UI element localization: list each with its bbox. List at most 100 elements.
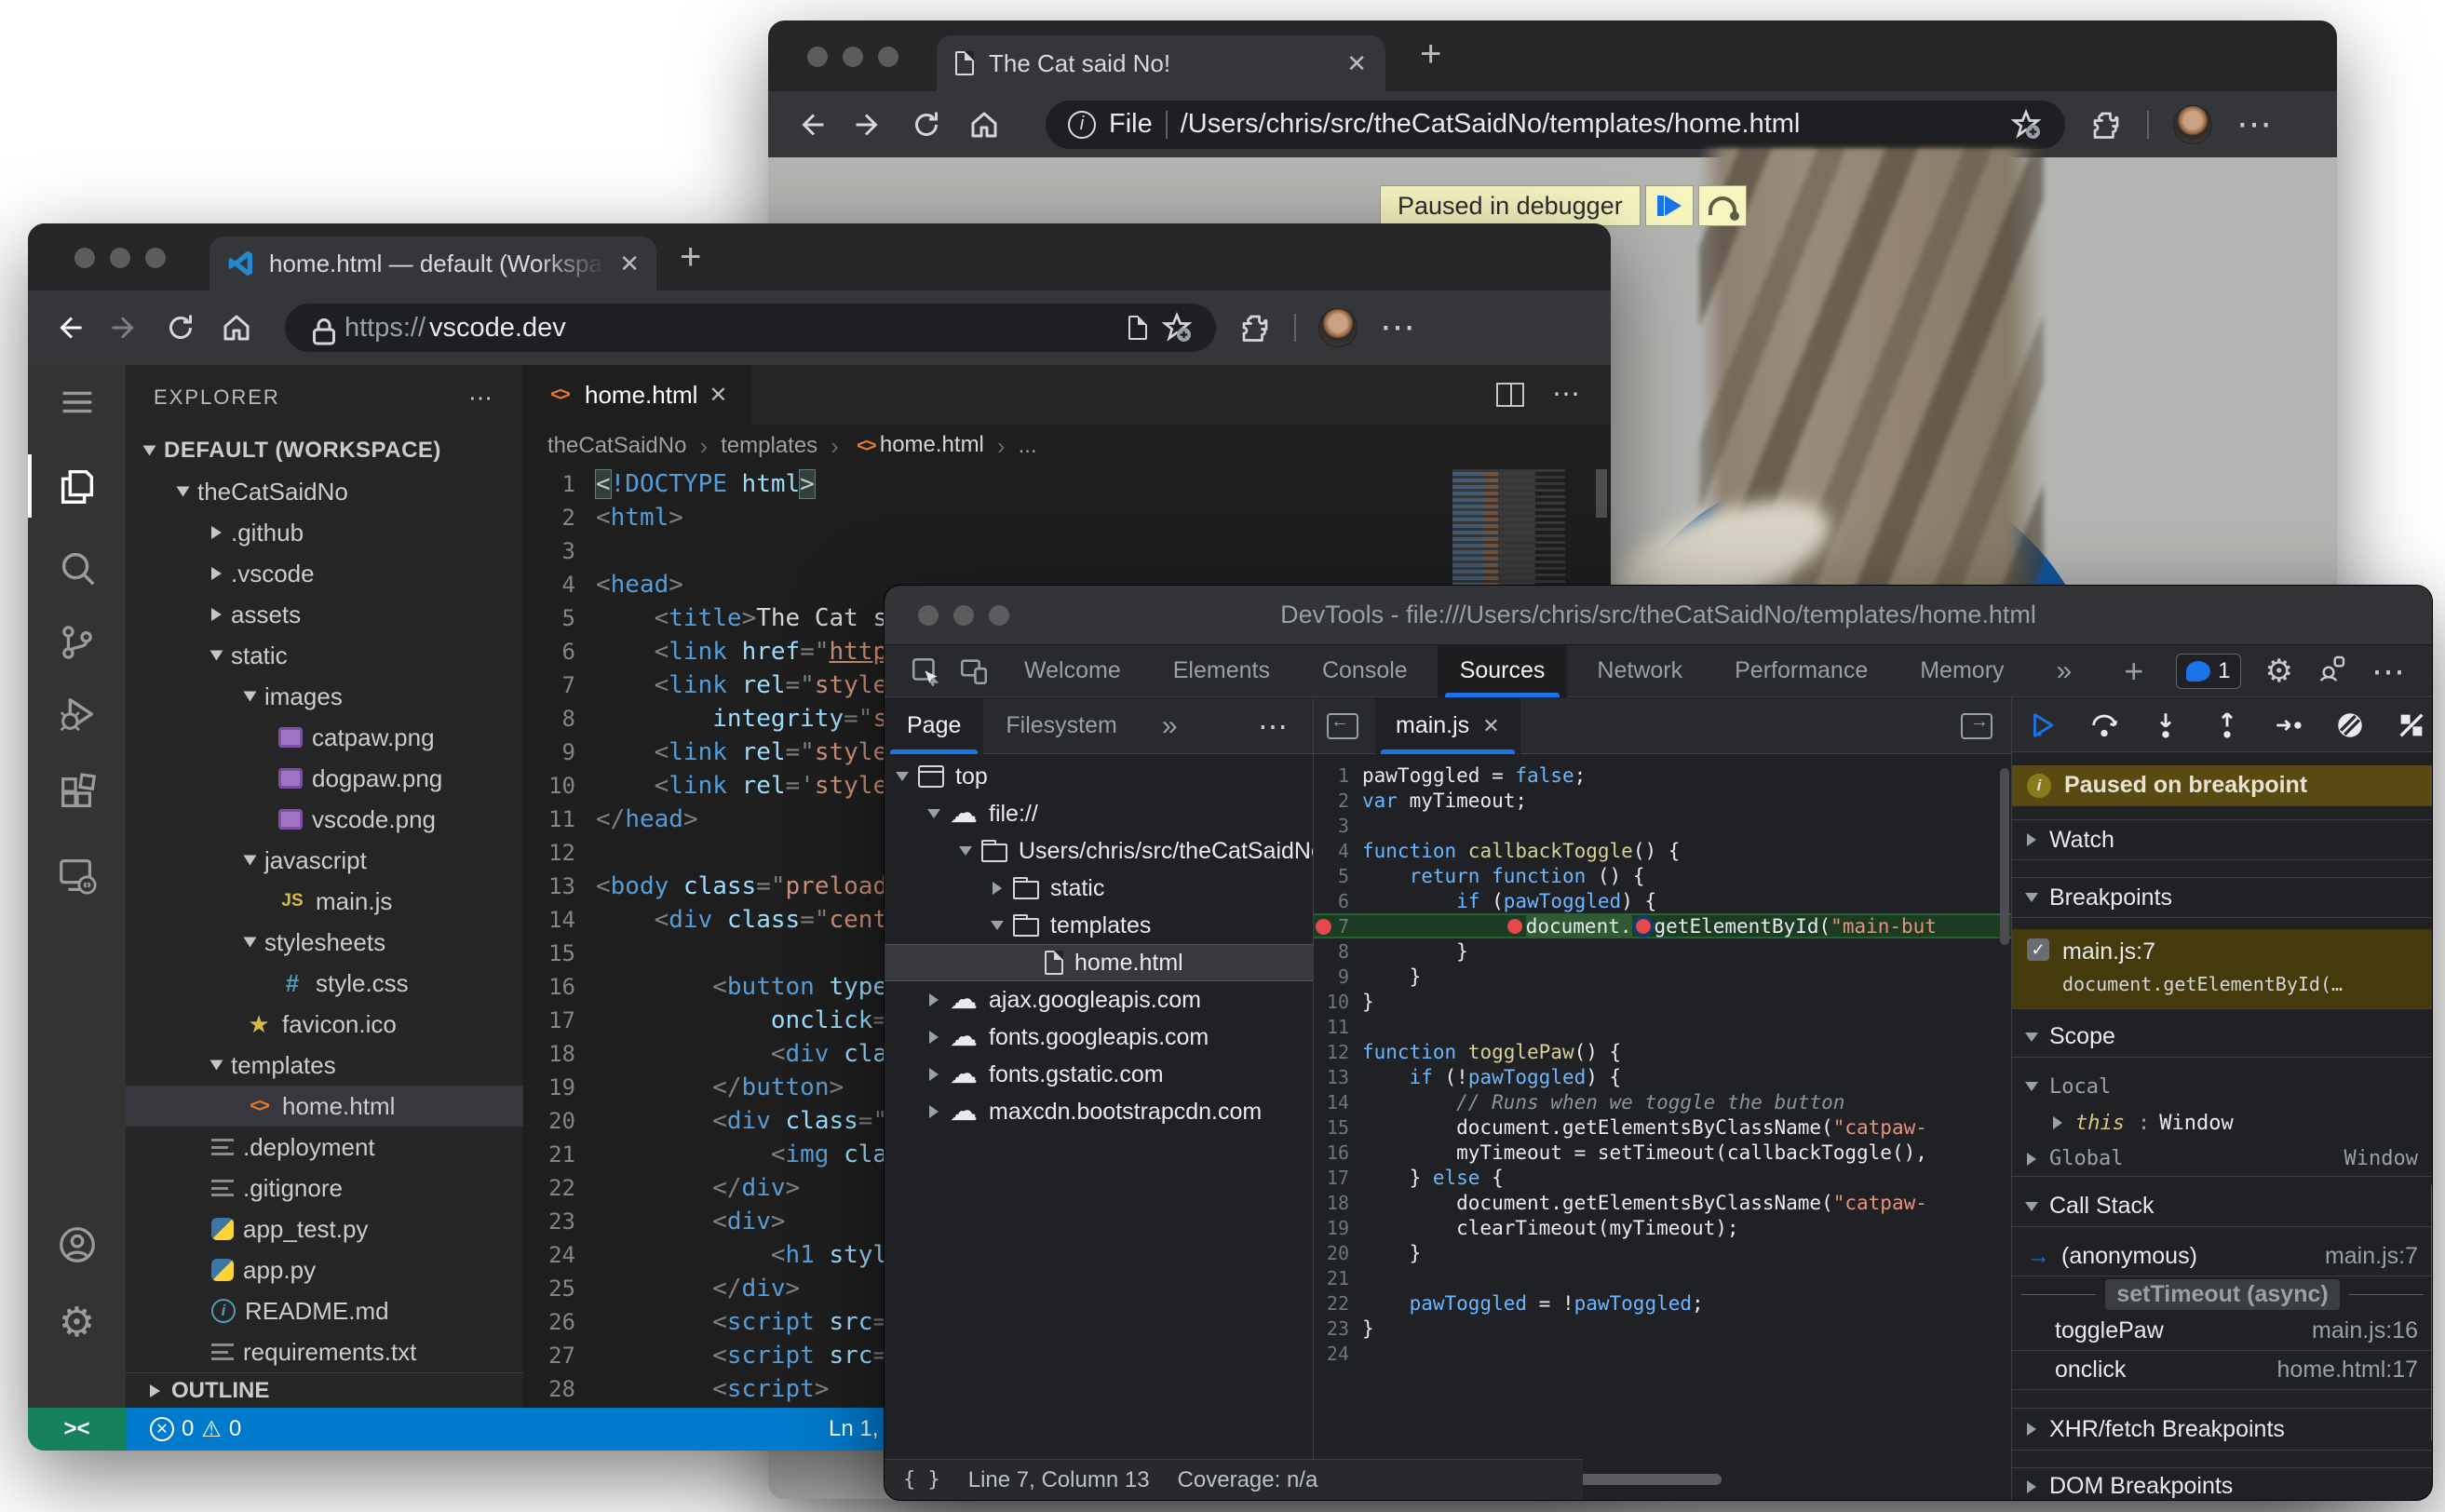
explorer-item-readme-md[interactable]: i README.md: [126, 1290, 523, 1331]
close-tab-icon[interactable]: ✕: [1346, 49, 1367, 78]
vertical-scrollbar[interactable]: [2000, 768, 2009, 945]
close-window-icon[interactable]: [918, 604, 939, 626]
explorer-item--deployment[interactable]: .deployment: [126, 1127, 523, 1168]
outline-section[interactable]: OUTLINE: [126, 1372, 523, 1408]
navigator-item-top[interactable]: top: [885, 758, 1313, 795]
home-icon[interactable]: [220, 311, 253, 344]
vscode-browser-tab[interactable]: home.html — default (Workspa ✕: [209, 236, 656, 290]
more-navigator-tabs-icon[interactable]: »: [1140, 698, 1200, 754]
editor-tab-home-html[interactable]: <> home.html ✕: [523, 365, 750, 425]
issues-badge[interactable]: 1: [2176, 653, 2241, 689]
extensions-puzzle-icon[interactable]: [2089, 108, 2123, 142]
scope-this-row[interactable]: this: Window: [2012, 1106, 2432, 1140]
navigator-tab-filesystem[interactable]: Filesystem: [983, 698, 1139, 754]
devtools-tab-network[interactable]: Network: [1574, 645, 1705, 697]
more-panels-icon[interactable]: »: [2034, 645, 2095, 697]
profiles-icon[interactable]: [2317, 654, 2347, 688]
split-editor-icon[interactable]: [1496, 383, 1524, 407]
devtools-tab-sources[interactable]: Sources: [1437, 644, 1568, 697]
navigator-menu-icon[interactable]: ⋯: [1258, 711, 1313, 741]
source-code-content[interactable]: 1 pawToggled = false; 2 var myTimeout; 3 4 fun…: [1314, 763, 2011, 1500]
scope-section[interactable]: Scope: [2012, 1017, 2432, 1058]
step-out-icon[interactable]: [2196, 698, 2258, 752]
explorer-item-main-js[interactable]: JS main.js: [126, 881, 523, 922]
minimize-window-icon[interactable]: [110, 248, 130, 268]
profile-avatar[interactable]: [2173, 104, 2212, 144]
scope-local-row[interactable]: Local: [2012, 1069, 2432, 1104]
reload-icon[interactable]: [164, 311, 197, 344]
breadcrumb-item[interactable]: theCatSaidNo: [547, 433, 686, 459]
navigator-item-home-html[interactable]: home.html: [885, 944, 1313, 981]
breakpoints-section[interactable]: Breakpoints: [2012, 877, 2432, 918]
navigator-item-templates[interactable]: templates: [885, 907, 1313, 944]
call-stack-section[interactable]: Call Stack: [2012, 1186, 2432, 1227]
open-in-sidebar-icon[interactable]: [1961, 712, 1992, 739]
devtools-tab-memory[interactable]: Memory: [1898, 645, 2026, 697]
editor-scrollbar[interactable]: [1596, 469, 1607, 518]
breadcrumb-item[interactable]: ...: [1019, 433, 1037, 459]
editor-more-actions-icon[interactable]: ⋯: [1552, 381, 1583, 409]
resume-script-icon[interactable]: [2012, 698, 2074, 752]
explorer-item-static[interactable]: static: [126, 635, 523, 676]
debugger-step-over-button[interactable]: [1697, 185, 1747, 226]
step-over-icon[interactable]: [2074, 698, 2135, 752]
forward-icon[interactable]: [108, 311, 142, 344]
account-icon[interactable]: [28, 1208, 126, 1282]
minimize-window-icon[interactable]: [843, 47, 863, 67]
explorer-item-stylesheets[interactable]: stylesheets: [126, 922, 523, 963]
navigator-item-ajax-googleapis-com[interactable]: ☁ ajax.googleapis.com: [885, 981, 1313, 1019]
maximize-window-icon[interactable]: [989, 604, 1009, 626]
close-window-icon[interactable]: [807, 47, 828, 67]
browser-menu-icon[interactable]: ⋯: [2236, 107, 2275, 142]
maximize-window-icon[interactable]: [145, 248, 166, 268]
navigator-item-maxcdn-bootstrapcdn-com[interactable]: ☁ maxcdn.bootstrapcdn.com: [885, 1093, 1313, 1130]
site-info-icon[interactable]: i: [1068, 110, 1096, 139]
breadcrumb-item[interactable]: templates: [721, 433, 817, 459]
remote-indicator[interactable]: ><: [28, 1408, 126, 1451]
explorer-item--gitignore[interactable]: .gitignore: [126, 1168, 523, 1208]
menu-hamburger-icon[interactable]: [28, 365, 126, 439]
call-stack-frame-onclick[interactable]: onclick home.html:17: [2012, 1351, 2432, 1390]
close-tab-icon[interactable]: ✕: [619, 250, 640, 278]
reload-icon[interactable]: [910, 108, 943, 142]
call-stack-frame-togglePaw[interactable]: togglePaw main.js:16: [2012, 1312, 2432, 1351]
device-toolbar-icon[interactable]: [950, 651, 998, 692]
cursor-position[interactable]: Ln 1,: [829, 1416, 878, 1442]
sidebar-scrollbar[interactable]: [2431, 1182, 2432, 1443]
explorer-item-app-test-py[interactable]: app_test.py: [126, 1208, 523, 1249]
explorer-actions-icon[interactable]: ⋯: [468, 385, 495, 410]
explorer-item-style-css[interactable]: # style.css: [126, 963, 523, 1004]
breakpoint-checkbox[interactable]: ✓: [2027, 938, 2049, 961]
navigator-item-fonts-gstatic-com[interactable]: ☁ fonts.gstatic.com: [885, 1056, 1313, 1093]
sources-tab-main-js[interactable]: main.js ✕: [1375, 698, 1520, 754]
explorer-item-images[interactable]: images: [126, 676, 523, 717]
explorer-item-home-html[interactable]: <> home.html: [126, 1086, 523, 1127]
call-stack-frame--anonymous-[interactable]: → (anonymous) main.js:7: [2012, 1237, 2432, 1276]
profile-avatar[interactable]: [1318, 308, 1358, 347]
new-panel-icon[interactable]: +: [2101, 645, 2166, 697]
source-control-icon[interactable]: [28, 605, 126, 680]
navigator-item-static[interactable]: static: [885, 870, 1313, 907]
format-code-icon[interactable]: { }: [903, 1468, 940, 1492]
close-source-icon[interactable]: ✕: [1482, 714, 1499, 738]
explorer-item-javascript[interactable]: javascript: [126, 840, 523, 881]
navigator-item-users-chris-src-thecatsaidno[interactable]: Users/chris/src/theCatSaidNo: [885, 832, 1313, 870]
explorer-item-vscode-png[interactable]: vscode.png: [126, 799, 523, 840]
breakpoint-entry[interactable]: ✓ main.js:7 document.getElementById(…: [2012, 929, 2432, 1009]
traffic-lights[interactable]: [918, 604, 1009, 626]
step-icon[interactable]: [2258, 698, 2319, 752]
run-debug-icon[interactable]: [28, 677, 126, 751]
address-bar[interactable]: https://vscode.dev: [285, 304, 1216, 352]
forward-icon[interactable]: [852, 108, 885, 142]
navigator-item-fonts-googleapis-com[interactable]: ☁ fonts.googleapis.com: [885, 1019, 1313, 1056]
pause-on-exceptions-icon[interactable]: [2381, 698, 2432, 752]
close-window-icon[interactable]: [74, 248, 95, 268]
new-tab-icon[interactable]: +: [680, 236, 701, 278]
explorer-item-assets[interactable]: assets: [126, 594, 523, 635]
explorer-item-favicon-ico[interactable]: ★ favicon.ico: [126, 1004, 523, 1045]
explorer-item-thecatsaidno[interactable]: theCatSaidNo: [126, 471, 523, 512]
home-icon[interactable]: [967, 108, 1001, 142]
back-icon[interactable]: [794, 108, 828, 142]
devtools-tab-console[interactable]: Console: [1300, 645, 1430, 697]
breadcrumb[interactable]: theCatSaidNo › templates › <> home.html ›...: [523, 425, 1611, 467]
